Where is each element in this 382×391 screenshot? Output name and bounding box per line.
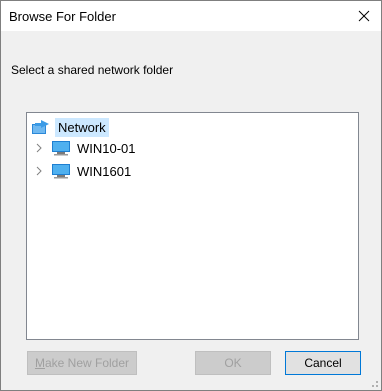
close-icon xyxy=(358,10,370,22)
tree-item-win1601[interactable]: WIN1601 xyxy=(32,161,133,181)
instruction-text: Select a shared network folder xyxy=(11,63,174,77)
tree-item-win10-01[interactable]: WIN10-01 xyxy=(32,138,138,158)
tree-item-label: WIN10-01 xyxy=(77,140,136,156)
computer-icon xyxy=(50,139,72,157)
browse-for-folder-dialog: Browse For Folder Select a shared networ… xyxy=(0,0,382,391)
close-button[interactable] xyxy=(347,1,381,31)
resize-grip-icon[interactable] xyxy=(367,376,379,388)
computer-icon xyxy=(50,162,72,180)
cancel-button[interactable]: Cancel xyxy=(285,351,361,375)
button-label: Make New Folder xyxy=(34,356,130,370)
window-title: Browse For Folder xyxy=(9,9,116,24)
folder-tree[interactable]: Network WIN10-01 WIN1601 xyxy=(26,112,359,340)
tree-item-label: WIN1601 xyxy=(77,163,132,179)
tree-item-network[interactable]: Network xyxy=(30,117,109,137)
tree-item-label: Network xyxy=(55,117,109,137)
chevron-right-icon[interactable] xyxy=(32,138,46,158)
make-new-folder-button[interactable]: Make New Folder xyxy=(27,351,137,375)
chevron-right-icon[interactable] xyxy=(32,161,46,181)
ok-button[interactable]: OK xyxy=(195,351,271,375)
title-bar[interactable]: Browse For Folder xyxy=(1,1,381,31)
network-icon xyxy=(30,118,52,136)
